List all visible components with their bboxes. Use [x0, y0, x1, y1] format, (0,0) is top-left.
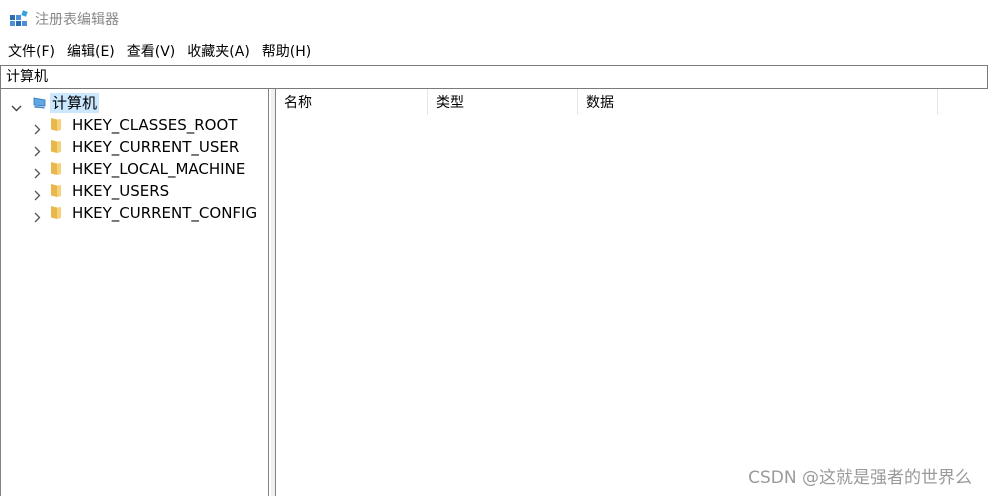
menu-edit[interactable]: 编辑(E): [63, 41, 119, 63]
column-header-label: 数据: [586, 95, 614, 111]
chevron-right-icon[interactable]: [33, 186, 43, 201]
tree-item-label[interactable]: HKEY_CURRENT_CONFIG: [72, 203, 257, 223]
menu-view[interactable]: 查看(V): [123, 41, 180, 63]
chevron-down-icon[interactable]: [11, 98, 22, 112]
chevron-right-icon[interactable]: [33, 208, 43, 223]
column-header-label: 名称: [284, 95, 312, 111]
tree-item-label[interactable]: HKEY_USERS: [72, 181, 169, 201]
chevron-right-icon[interactable]: [33, 120, 43, 135]
computer-icon: [32, 95, 48, 115]
column-header-label: 类型: [436, 95, 464, 111]
column-header-data[interactable]: 数据: [578, 89, 938, 115]
value-list-pane[interactable]: 名称 类型 数据 CSDN @这就是强者的世界么: [275, 89, 988, 496]
folder-icon: [50, 183, 62, 202]
tree-item-label[interactable]: HKEY_CLASSES_ROOT: [72, 115, 237, 135]
address-path[interactable]: 计算机: [6, 68, 48, 86]
tree-item-label[interactable]: HKEY_LOCAL_MACHINE: [72, 159, 245, 179]
registry-editor-window: 注册表编辑器 文件(F) 编辑(E) 查看(V) 收藏夹(A) 帮助(H) 计算…: [0, 0, 988, 496]
menu-file[interactable]: 文件(F): [4, 41, 59, 63]
title-bar: 注册表编辑器: [0, 0, 988, 40]
tree-root-label[interactable]: 计算机: [50, 93, 100, 113]
key-tree-pane[interactable]: 计算机 HKEY_CLASSES_ROOT HKEY_CURRENT_USER: [0, 89, 269, 496]
address-bar[interactable]: 计算机: [0, 65, 988, 89]
folder-icon: [50, 139, 62, 158]
menu-bar: 文件(F) 编辑(E) 查看(V) 收藏夹(A) 帮助(H): [0, 40, 988, 64]
watermark: CSDN @这就是强者的世界么: [748, 468, 972, 488]
window-title: 注册表编辑器: [35, 12, 119, 28]
menu-help[interactable]: 帮助(H): [258, 41, 315, 63]
column-header-name[interactable]: 名称: [276, 89, 428, 115]
registry-editor-icon: [9, 10, 29, 30]
folder-icon: [50, 117, 62, 136]
column-header-type[interactable]: 类型: [428, 89, 578, 115]
chevron-right-icon[interactable]: [33, 164, 43, 179]
folder-icon: [50, 205, 62, 224]
chevron-right-icon[interactable]: [33, 142, 43, 157]
folder-icon: [50, 161, 62, 180]
tree-item-label[interactable]: HKEY_CURRENT_USER: [72, 137, 239, 157]
menu-favorites[interactable]: 收藏夹(A): [183, 41, 254, 63]
